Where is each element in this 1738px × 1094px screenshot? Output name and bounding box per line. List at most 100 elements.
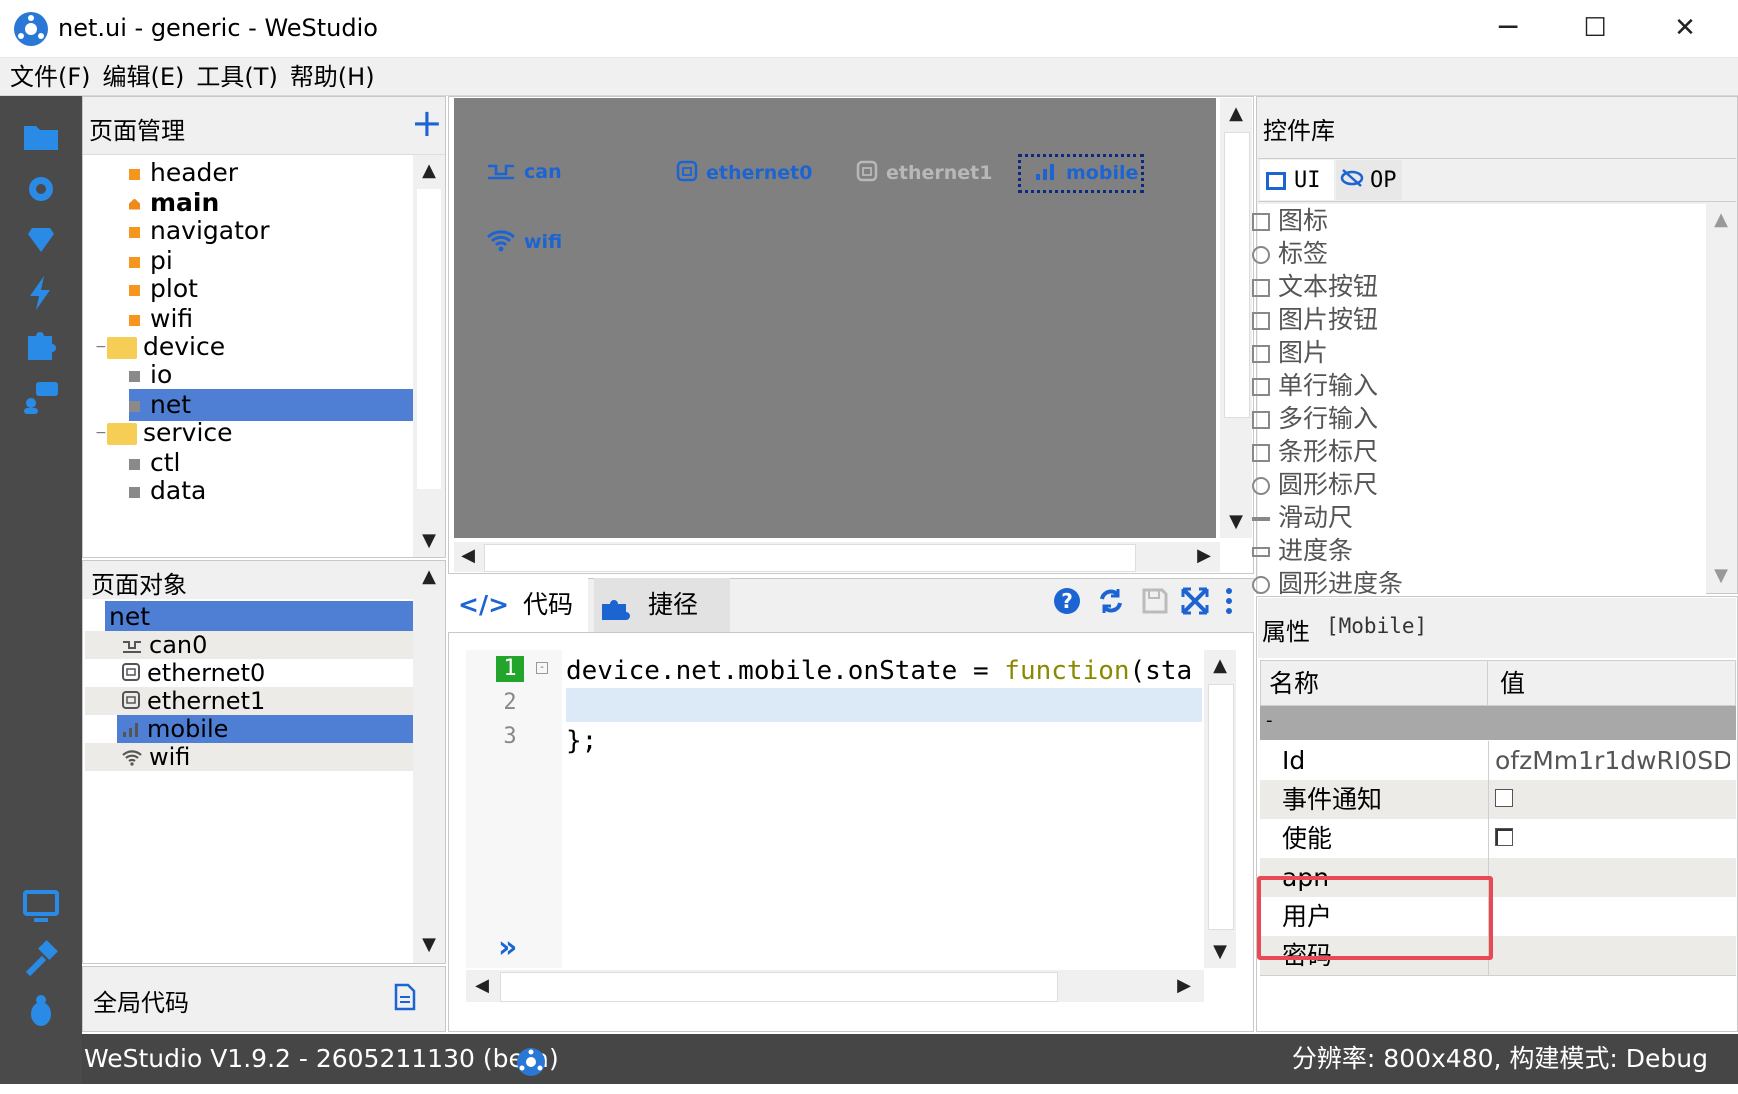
more-icon[interactable] (1224, 586, 1234, 620)
save-icon[interactable] (1140, 586, 1170, 620)
scroll-up-icon[interactable]: ▲ (415, 157, 443, 185)
library-item-4[interactable]: 图片按钮 (1252, 303, 1378, 336)
object-root-net[interactable]: net (105, 601, 417, 633)
scroll-up-icon[interactable]: ▲ (1707, 206, 1735, 234)
puzzle-icon[interactable] (20, 324, 62, 366)
property-row-2[interactable]: 事件通知 (1260, 780, 1736, 820)
checkbox-unchecked[interactable] (1495, 789, 1513, 807)
device-preview[interactable]: can ethernet0 ethernet1 mobile wifi (454, 98, 1216, 538)
property-row-1[interactable]: Id ofzMm1r1dwRI0SDr (1260, 741, 1736, 781)
library-item-11[interactable]: 进度条 (1252, 534, 1353, 567)
scroll-down-icon[interactable]: ▼ (415, 527, 443, 555)
library-item-8[interactable]: 条形标尺 (1252, 435, 1378, 468)
close-button[interactable]: ✕ (1655, 10, 1715, 48)
library-item-7[interactable]: 多行输入 (1252, 402, 1378, 435)
library-item-1[interactable]: 图标 (1252, 204, 1328, 237)
gear-icon[interactable] (20, 168, 62, 210)
chat-icon[interactable] (20, 376, 62, 418)
objects-scrollbar[interactable]: ▲ ▼ (413, 561, 445, 963)
collapse-icon[interactable]: − (95, 417, 107, 449)
menu-file[interactable]: 文件(F) (10, 58, 91, 96)
page-tree-item-plot[interactable]: plot (129, 273, 413, 305)
object-item-mobile[interactable]: mobile (117, 715, 413, 743)
fold-icon[interactable]: - (536, 662, 548, 674)
property-value[interactable]: ofzMm1r1dwRI0SDr (1488, 741, 1730, 780)
collapse-icon[interactable]: − (95, 331, 107, 363)
scroll-left-icon[interactable]: ◀ (454, 542, 482, 570)
bug-icon[interactable] (20, 990, 62, 1032)
scroll-up-icon[interactable]: ▲ (415, 563, 443, 591)
page-tree-item-data[interactable]: data (129, 475, 413, 507)
preview-widget-ethernet0[interactable]: ethernet0 (676, 160, 812, 187)
tab-op[interactable]: OP (1336, 160, 1402, 200)
menu-edit[interactable]: 编辑(E) (103, 58, 185, 96)
add-page-button[interactable]: + (411, 101, 443, 145)
page-tree-item-header[interactable]: header (129, 157, 413, 189)
scroll-thumb[interactable] (1224, 132, 1250, 418)
editor-hscroll[interactable]: ◀ ▶ (466, 970, 1204, 1002)
object-item-wifi[interactable]: wifi (85, 743, 413, 771)
property-group-row[interactable]: - (1260, 706, 1736, 740)
scroll-thumb[interactable] (500, 972, 1058, 1002)
diamond-icon[interactable] (20, 220, 62, 262)
help-icon[interactable]: ? (1052, 586, 1082, 620)
menu-tools[interactable]: 工具(T) (196, 58, 277, 96)
scroll-up-icon[interactable]: ▲ (1222, 100, 1250, 128)
maximize-button[interactable]: ☐ (1565, 10, 1625, 48)
scroll-down-icon[interactable]: ▼ (1206, 938, 1234, 966)
property-value[interactable] (1488, 819, 1730, 858)
tab-code[interactable]: </> 代码 (448, 578, 588, 632)
library-item-2[interactable]: 标签 (1252, 237, 1328, 270)
signal-icon (1024, 160, 1058, 187)
checkbox-checked[interactable] (1495, 828, 1513, 846)
property-row-3[interactable]: 使能 (1260, 819, 1736, 859)
scroll-thumb[interactable] (484, 544, 1136, 572)
scroll-thumb[interactable] (1208, 684, 1234, 930)
refresh-icon[interactable] (1096, 586, 1126, 620)
property-value[interactable] (1488, 858, 1730, 897)
preview-vscroll[interactable]: ▲ ▼ (1220, 98, 1252, 538)
hammer-icon[interactable] (20, 938, 62, 980)
editor-vscroll[interactable]: ▲ ▼ (1204, 650, 1236, 968)
object-item-ethernet1[interactable]: ethernet1 (85, 687, 413, 715)
scroll-down-icon[interactable]: ▼ (1707, 562, 1735, 590)
library-item-3[interactable]: 文本按钮 (1252, 270, 1378, 303)
page-tree-item-navigator[interactable]: navigator (129, 215, 413, 247)
scroll-up-icon[interactable]: ▲ (1206, 652, 1234, 680)
property-value[interactable] (1488, 936, 1730, 975)
preview-widget-wifi[interactable]: wifi (486, 228, 562, 257)
scroll-right-icon[interactable]: ▶ (1170, 972, 1198, 1000)
document-icon[interactable] (393, 983, 417, 1015)
library-item-9[interactable]: 圆形标尺 (1252, 468, 1378, 501)
preview-widget-mobile[interactable]: mobile (1017, 154, 1145, 193)
minimize-button[interactable]: ─ (1478, 10, 1538, 48)
page-tree-item-io[interactable]: io (129, 359, 413, 391)
object-item-ethernet0[interactable]: ethernet0 (85, 659, 413, 687)
preview-hscroll[interactable]: ◀ ▶ (454, 542, 1220, 572)
library-item-6[interactable]: 单行输入 (1252, 369, 1378, 402)
folder-icon[interactable] (20, 116, 62, 158)
scroll-down-icon[interactable]: ▼ (1222, 508, 1250, 536)
page-tree-item-service[interactable]: − service (95, 417, 413, 449)
library-item-10[interactable]: 滑动尺 (1252, 501, 1353, 534)
scroll-right-icon[interactable]: ▶ (1190, 542, 1218, 570)
object-item-can0[interactable]: can0 (85, 631, 413, 659)
library-item-5[interactable]: 图片 (1252, 336, 1328, 369)
tab-ui[interactable]: UI (1260, 160, 1334, 200)
lightning-icon[interactable] (20, 272, 62, 314)
page-tree-scrollbar[interactable]: ▲ ▼ (413, 155, 445, 557)
expand-icon[interactable]: » (498, 930, 517, 965)
scroll-thumb[interactable] (417, 189, 441, 489)
monitor-icon[interactable] (20, 886, 62, 928)
global-code-bar[interactable]: 全局代码 (82, 966, 446, 1032)
scroll-down-icon[interactable]: ▼ (415, 931, 443, 959)
preview-widget-ethernet1[interactable]: ethernet1 (856, 160, 992, 187)
scroll-left-icon[interactable]: ◀ (468, 972, 496, 1000)
fullscreen-icon[interactable] (1180, 586, 1210, 620)
property-value[interactable] (1488, 780, 1730, 819)
library-scrollbar[interactable]: ▲ ▼ (1706, 204, 1736, 592)
property-value[interactable] (1488, 897, 1730, 936)
tab-shortcut[interactable]: 捷径 (594, 578, 730, 632)
preview-widget-can[interactable]: can (486, 160, 562, 185)
menu-help[interactable]: 帮助(H) (290, 58, 375, 96)
